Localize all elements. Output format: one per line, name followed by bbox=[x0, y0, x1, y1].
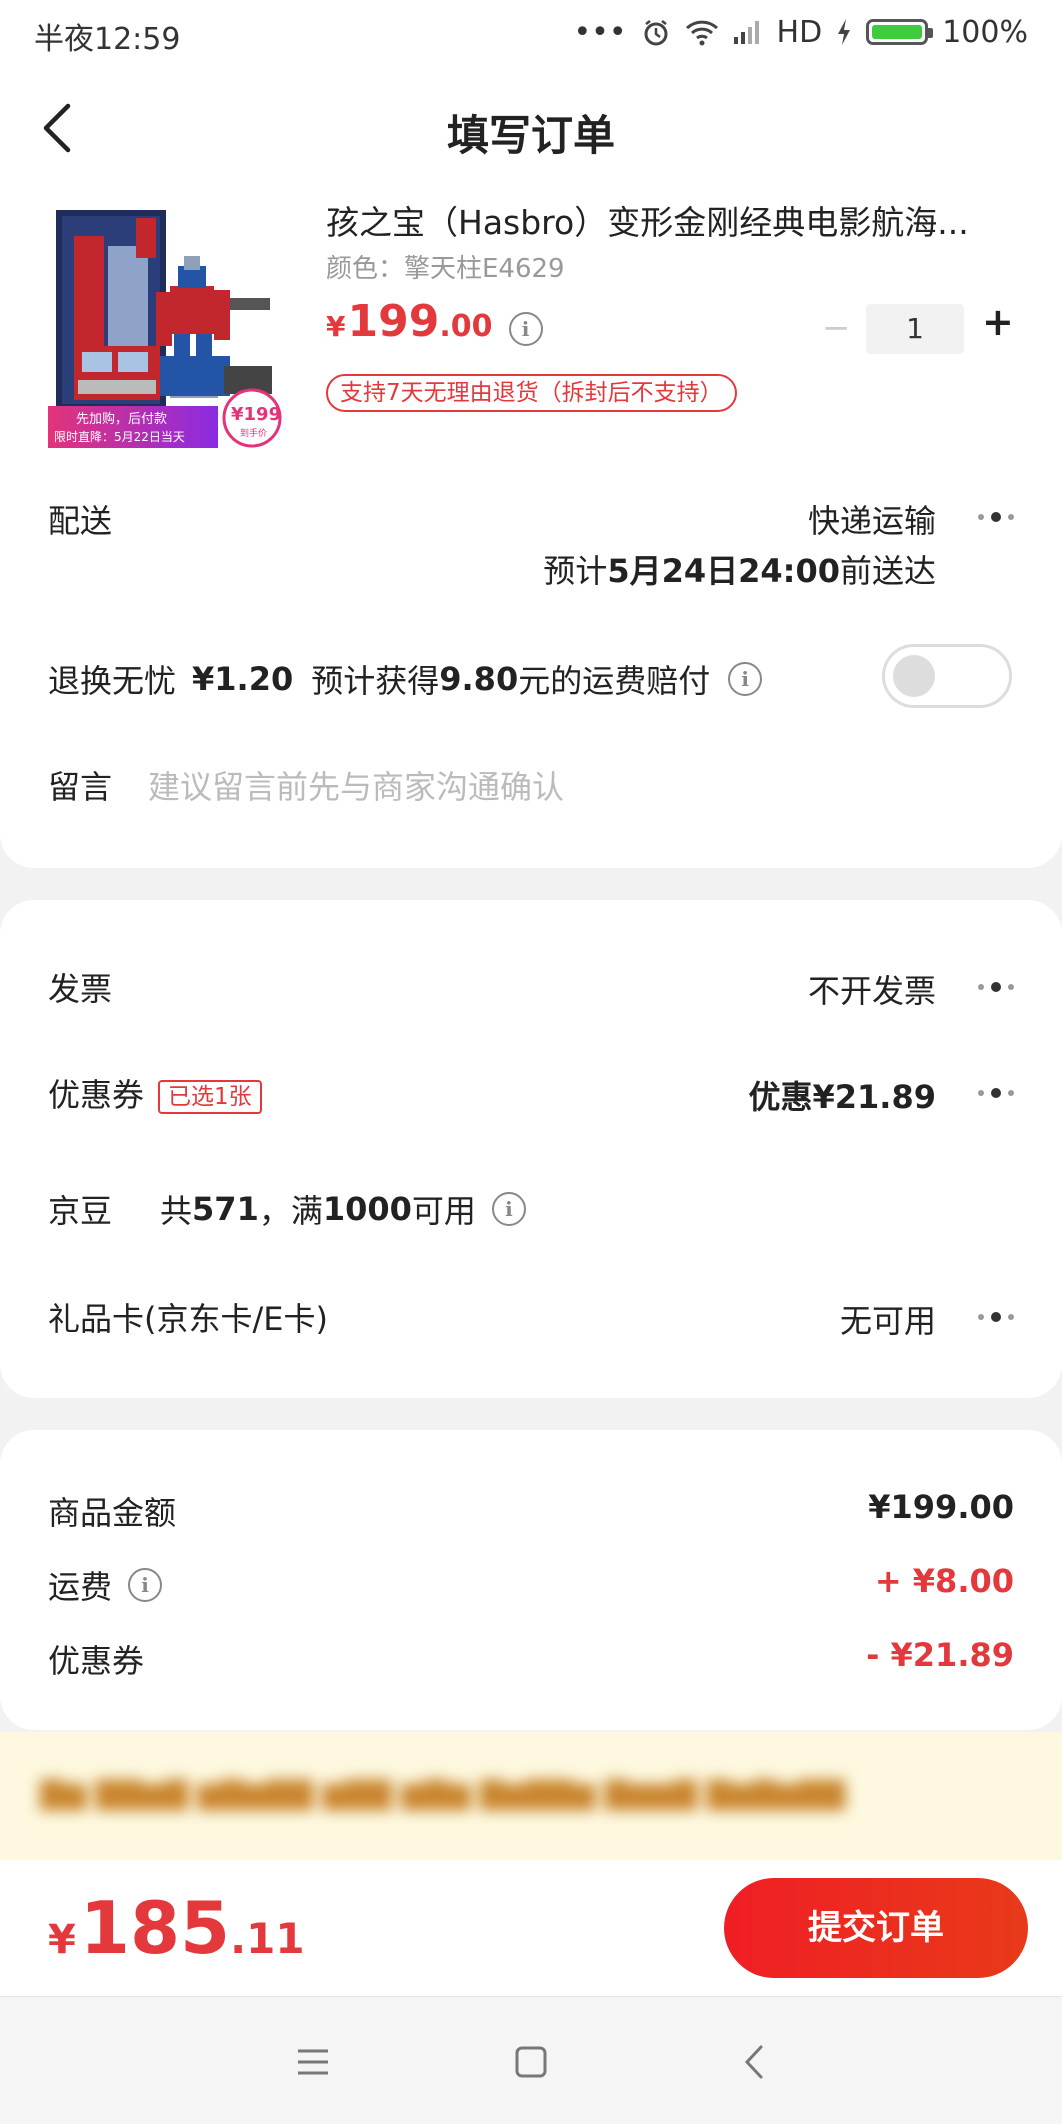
cell-signal-icon bbox=[733, 21, 759, 44]
menu-button[interactable] bbox=[288, 2037, 338, 2087]
delivery-estimate-date: 5月24日24:00 bbox=[607, 552, 840, 590]
menu-icon bbox=[298, 2049, 328, 2075]
return-insurance-desc-prefix: 预计获得 bbox=[311, 662, 440, 700]
system-nav-bar bbox=[0, 1996, 1062, 2124]
total-decimal: .11 bbox=[230, 1914, 305, 1963]
info-icon[interactable]: i bbox=[508, 312, 543, 346]
more-icon: ••• bbox=[573, 14, 627, 50]
battery-icon bbox=[866, 19, 934, 45]
jingdou-count: 571 bbox=[192, 1190, 259, 1228]
summary-coupon-label: 优惠券 bbox=[48, 1642, 145, 1680]
charging-icon bbox=[838, 19, 851, 45]
shipping-row: 运费 i bbox=[48, 1562, 163, 1608]
summary-coupon-value: - ¥21.89 bbox=[866, 1636, 1014, 1674]
message-input[interactable] bbox=[148, 762, 1008, 812]
notice-banner: ▇▆ ▇▇▆▇ ▆▇▆▇▇ ▆▇▇ ▆▇▆ ▇▆▇▇▆ ▇▆▆▇ ▇▆▇▆▇▇ bbox=[0, 1732, 1062, 1860]
giftcard-label: 礼品卡(京东卡/E卡) bbox=[48, 1300, 328, 1338]
goods-amount-label: 商品金额 bbox=[48, 1494, 177, 1532]
jingdou-row: 京豆 共 571 ，满 1000 可用 i bbox=[48, 1186, 526, 1232]
product-image[interactable]: 先加购，后付款 限时直降：5月22日当天 ¥199 到手价 bbox=[48, 206, 296, 448]
coupon-selected-badge: 已选1张 bbox=[158, 1080, 262, 1114]
submit-bar: ¥ 185 .11 提交订单 bbox=[0, 1860, 1062, 1996]
shipping-value: + ¥8.00 bbox=[874, 1562, 1014, 1600]
return-insurance-desc-suffix: 元的运费赔付 bbox=[518, 662, 711, 700]
status-icons: ••• HD 100% bbox=[573, 12, 1028, 52]
coupon-value[interactable]: 优惠¥21.89 bbox=[749, 1072, 937, 1118]
return-policy-tag: 支持7天无理由退货（拆封后不支持） bbox=[326, 374, 737, 412]
product-title[interactable]: 孩之宝（Hasbro）变形金刚经典电影航海... bbox=[326, 196, 1006, 244]
jingdou-label: 京豆 bbox=[48, 1192, 113, 1230]
coupon-more-icon[interactable] bbox=[978, 1088, 1014, 1098]
status-bar: 半夜12:59 ••• HD 100% bbox=[0, 0, 1062, 66]
system-back-button[interactable] bbox=[730, 2037, 780, 2087]
home-button[interactable] bbox=[506, 2037, 556, 2087]
jingdou-suffix: 可用 bbox=[411, 1192, 476, 1230]
return-insurance-row: 退换无忧 ¥1.20 预计获得 9.80 元的运费赔付 i bbox=[48, 656, 763, 702]
giftcard-value[interactable]: 无可用 bbox=[840, 1296, 936, 1342]
return-insurance-label: 退换无忧 bbox=[48, 662, 177, 700]
page-title: 填写订单 bbox=[446, 111, 615, 160]
invoice-value[interactable]: 不开发票 bbox=[808, 966, 936, 1012]
notice-text-blurred: ▇▆ ▇▇▆▇ ▆▇▆▇▇ ▆▇▇ ▆▇▆ ▇▆▇▇▆ ▇▆▆▇ ▇▆▇▆▇▇ bbox=[40, 1776, 846, 1811]
wifi-icon bbox=[685, 20, 718, 46]
submit-order-button[interactable]: 提交订单 bbox=[724, 1878, 1028, 1978]
price-integer: 199 bbox=[347, 296, 440, 347]
info-icon[interactable]: i bbox=[491, 1192, 526, 1226]
quantity-decrease-button[interactable]: − bbox=[822, 308, 851, 348]
image-banner-line2: 限时直降：5月22日当天 bbox=[54, 430, 185, 444]
delivery-label: 配送 bbox=[48, 502, 113, 540]
goods-amount-value: ¥199.00 bbox=[868, 1488, 1014, 1526]
image-price-badge-note: 到手价 bbox=[240, 427, 267, 439]
product-variant: 颜色：擎天柱E4629 bbox=[326, 254, 565, 284]
invoice-more-icon[interactable] bbox=[978, 982, 1014, 992]
home-icon bbox=[515, 2046, 547, 2078]
shipping-label: 运费 bbox=[48, 1568, 113, 1606]
total-symbol: ¥ bbox=[48, 1917, 76, 1963]
toggle-knob bbox=[893, 655, 935, 697]
price-summary-card: 商品金额 ¥199.00 运费 i + ¥8.00 优惠券 - ¥21.89 bbox=[0, 1430, 1062, 1730]
order-item-card: 先加购，后付款 限时直降：5月22日当天 ¥199 到手价 孩之宝（Hasbro… bbox=[0, 196, 1062, 868]
delivery-estimate-suffix: 前送达 bbox=[839, 552, 936, 590]
info-icon[interactable]: i bbox=[728, 662, 763, 696]
total-integer: 185 bbox=[79, 1886, 231, 1970]
return-insurance-price: ¥1.20 bbox=[192, 660, 294, 698]
battery-level bbox=[872, 25, 923, 39]
total-price: ¥ 185 .11 bbox=[48, 1886, 305, 1970]
invoice-label: 发票 bbox=[48, 970, 113, 1008]
coupon-label: 优惠券 bbox=[48, 1076, 145, 1114]
jingdou-prefix: 共 bbox=[160, 1192, 193, 1230]
price-decimal: .00 bbox=[439, 309, 493, 344]
image-price-badge: ¥199 bbox=[231, 404, 281, 425]
message-label: 留言 bbox=[48, 768, 113, 806]
image-banner-line1: 先加购，后付款 bbox=[76, 411, 167, 427]
quantity-stepper[interactable]: 1 bbox=[866, 304, 964, 354]
product-price: ¥ 199 .00 i bbox=[326, 296, 543, 347]
return-insurance-amount: 9.80 bbox=[439, 660, 519, 698]
delivery-more-icon[interactable] bbox=[978, 512, 1014, 522]
coupon-row: 优惠券 已选1张 bbox=[48, 1070, 262, 1116]
quantity-increase-button[interactable]: + bbox=[982, 300, 1014, 344]
status-time: 半夜12:59 bbox=[34, 22, 181, 57]
back-arrow-icon bbox=[744, 2045, 763, 2079]
giftcard-more-icon[interactable] bbox=[978, 1312, 1014, 1322]
alarm-icon bbox=[644, 20, 668, 46]
header: 填写订单 bbox=[0, 66, 1062, 196]
price-symbol: ¥ bbox=[326, 310, 346, 343]
info-icon[interactable]: i bbox=[128, 1568, 163, 1602]
payment-options-card: 发票 不开发票 优惠券 已选1张 优惠¥21.89 京豆 共 571 ，满 100… bbox=[0, 900, 1062, 1398]
delivery-estimate-prefix: 预计 bbox=[543, 552, 608, 590]
jingdou-threshold: 1000 bbox=[322, 1190, 412, 1228]
delivery-estimate: 预计 5月24日24:00 前送达 bbox=[543, 546, 936, 592]
jingdou-sep: ，满 bbox=[258, 1192, 323, 1230]
network-type: HD bbox=[776, 14, 823, 50]
delivery-method[interactable]: 快递运输 bbox=[808, 496, 936, 542]
return-insurance-toggle[interactable] bbox=[882, 644, 1012, 708]
battery-percent: 100% bbox=[942, 14, 1028, 50]
